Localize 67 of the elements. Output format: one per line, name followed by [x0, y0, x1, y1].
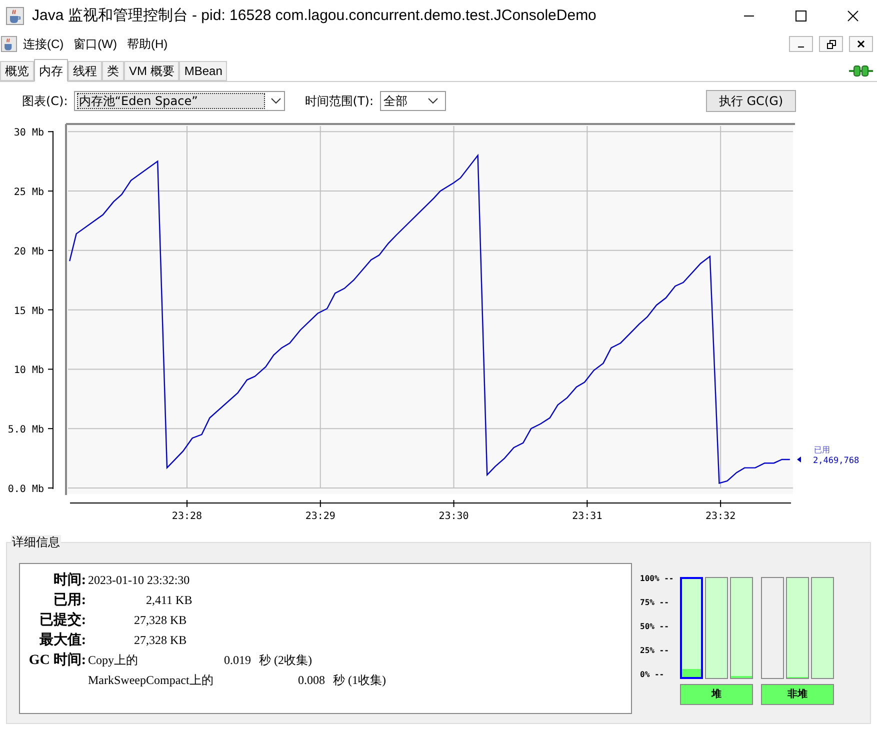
field-label: 已提交: — [38, 610, 87, 630]
legend-value: 2,469,768 — [813, 456, 860, 466]
plug-icon[interactable] — [849, 65, 873, 77]
field-value: 27,328 KB — [134, 612, 187, 629]
chevron-down-icon — [428, 98, 438, 104]
axis-label: 23:31 — [572, 511, 602, 520]
axis-label: 15 Mb — [14, 306, 44, 317]
legend-label: 已用 — [814, 446, 830, 454]
scale-label: 75% -- — [640, 599, 670, 607]
window-title: Java 监视和管理控制台 - pid: 16528 com.lagou.concurrent.demo.test.JConsoleDemo — [32, 6, 596, 26]
axis-label: 20 Mb — [14, 246, 44, 258]
chart-label: 图表(C): — [22, 93, 68, 110]
field-label: 最大值: — [38, 631, 87, 650]
chevron-down-icon — [270, 98, 281, 104]
pool-bar[interactable] — [680, 577, 703, 679]
gc-time: 0.019 — [224, 652, 251, 669]
gc-count: 秒 (2收集) — [259, 652, 312, 669]
coffee-cup-icon — [1, 36, 17, 52]
field-label: 时间: — [52, 571, 87, 590]
field-value: 2,411 KB — [146, 592, 192, 609]
axis-label: 23:29 — [305, 511, 336, 520]
tab[interactable]: 类 — [102, 61, 124, 81]
scale-label: 25% -- — [640, 647, 670, 655]
tab[interactable]: 概览 — [0, 61, 34, 81]
menu-item[interactable]: 帮助(H) — [127, 35, 168, 53]
menu-item[interactable]: 连接(C) — [23, 35, 64, 53]
axis-label: 10 Mb — [14, 365, 44, 376]
time-range-label: 时间范围(T): — [304, 93, 374, 110]
pool-bar[interactable] — [730, 577, 753, 679]
scale-label: 50% -- — [640, 623, 670, 631]
gc-time: 0.008 — [298, 672, 325, 689]
scale-label: 100% -- — [640, 575, 675, 583]
restore-icon[interactable] — [819, 36, 843, 52]
chart-dropdown[interactable]: 内存池“Eden Space” — [74, 91, 285, 111]
field-value: 2023-01-10 23:32:30 — [88, 572, 190, 589]
section-title: 详细信息 — [11, 535, 61, 549]
axis-label: 25 Mb — [14, 187, 44, 198]
collector-name: MarkSweepCompact上的 — [88, 672, 214, 689]
coffee-cup-icon — [6, 7, 24, 25]
pool-bar[interactable] — [705, 577, 728, 679]
close-icon[interactable] — [847, 10, 859, 22]
menu-item[interactable]: 窗口(W) — [74, 35, 117, 53]
pool-group-button[interactable]: 堆 — [680, 684, 753, 705]
axis-label: 23:30 — [438, 511, 469, 520]
pool-bar[interactable] — [811, 577, 834, 679]
axis-label: 0.0 Mb — [8, 484, 44, 495]
scale-label: 0% -- — [640, 671, 666, 679]
tab[interactable]: 线程 — [68, 61, 102, 81]
maximize-icon[interactable] — [795, 10, 807, 22]
field-value: 27,328 KB — [134, 632, 187, 649]
axis-label: 30 Mb — [14, 128, 44, 139]
collector-name: Copy上的 — [88, 652, 140, 669]
axis-label: 23:28 — [172, 511, 202, 520]
axis-label: 23:32 — [706, 511, 736, 520]
tab[interactable]: VM 概要 — [124, 61, 180, 81]
pointer-icon — [797, 456, 801, 462]
field-label: 已用: — [52, 592, 87, 610]
time-range-dropdown[interactable]: 全部 — [380, 91, 446, 111]
pool-bar[interactable] — [786, 577, 809, 679]
axis-label: 5.0 Mb — [8, 424, 44, 436]
pool-group-button[interactable]: 非堆 — [761, 684, 834, 705]
gc-count: 秒 (1收集) — [333, 672, 386, 689]
perform-gc-button[interactable]: 执行 GC(G) — [706, 90, 796, 112]
close-icon[interactable] — [849, 36, 873, 52]
tab[interactable]: MBean — [179, 61, 228, 81]
field-label: GC 时间: — [28, 651, 87, 670]
tab[interactable]: 内存 — [34, 59, 68, 82]
